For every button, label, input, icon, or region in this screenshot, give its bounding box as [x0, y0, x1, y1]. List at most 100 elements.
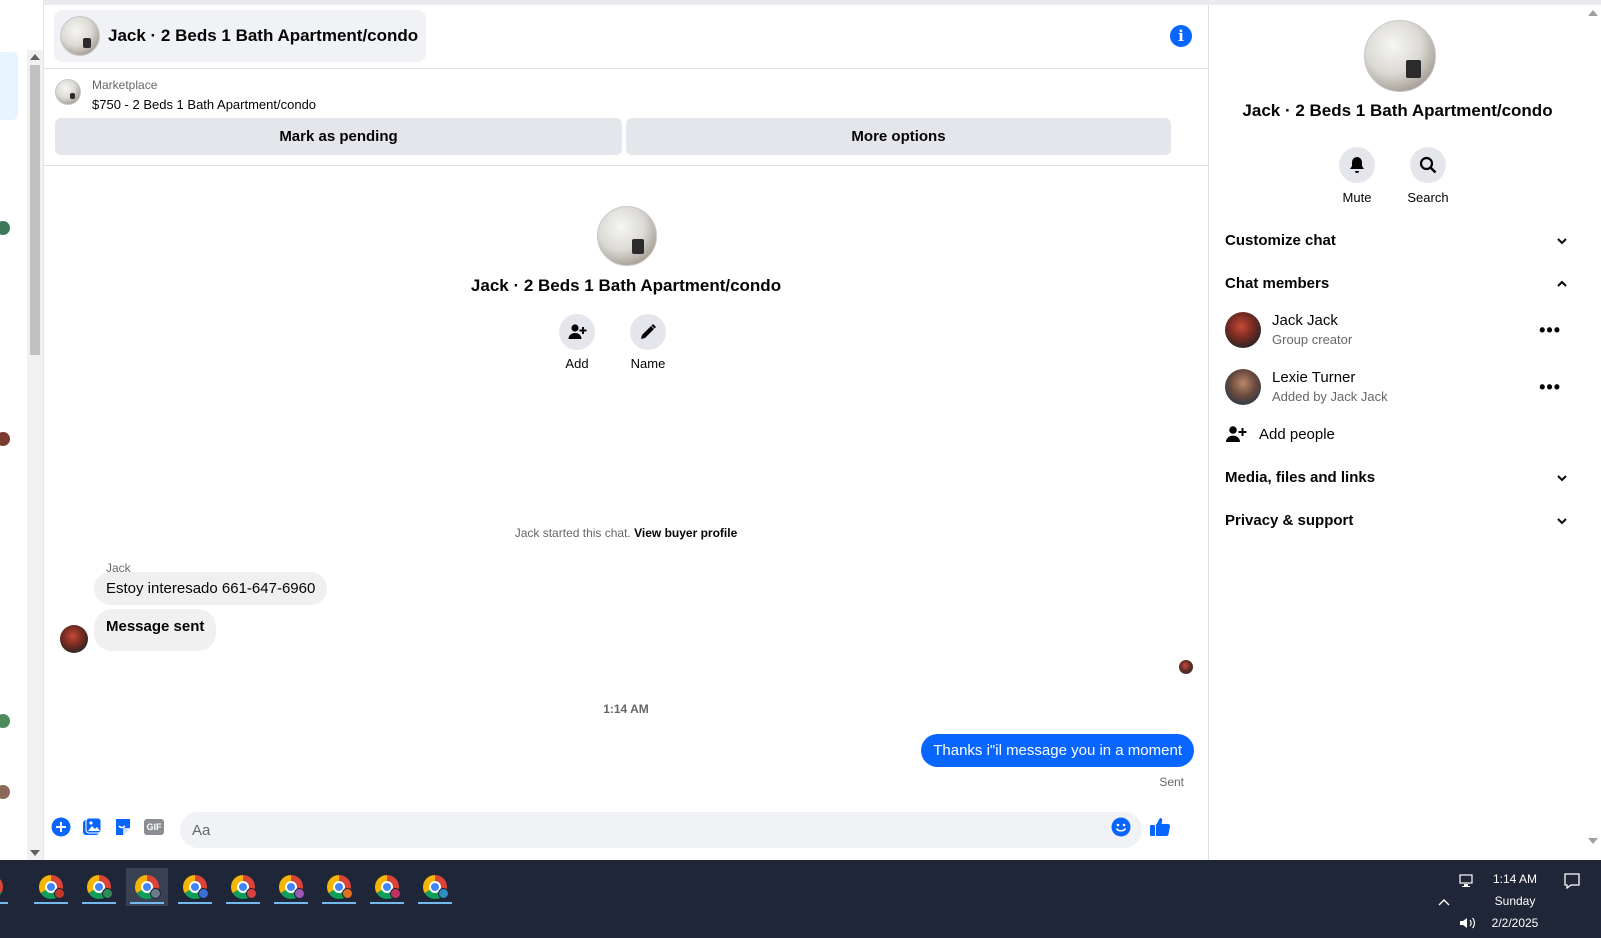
- chrome-taskbar-button[interactable]: [30, 868, 72, 906]
- chat-members-section[interactable]: Chat members: [1225, 275, 1569, 292]
- add-people-label: Add people: [1259, 425, 1335, 443]
- name-chat-button[interactable]: Name: [618, 314, 678, 371]
- chat-started-notice: Jack started this chat. View buyer profi…: [44, 526, 1208, 540]
- message-input[interactable]: [180, 812, 1142, 848]
- seen-receipt-avatar: [1179, 660, 1193, 674]
- chevron-down-icon: [1557, 238, 1567, 245]
- chrome-taskbar-button[interactable]: [222, 868, 264, 906]
- profile-badge-icon: [438, 888, 449, 899]
- chat-details-panel: Jack · 2 Beds 1 Bath Apartment/condo Mut…: [1208, 5, 1585, 860]
- search-button[interactable]: Search: [1398, 147, 1458, 205]
- privacy-support-section[interactable]: Privacy & support: [1225, 512, 1569, 529]
- clock-time[interactable]: 1:14 AM: [1480, 872, 1550, 886]
- clock-day[interactable]: Sunday: [1480, 894, 1550, 908]
- chat-hero-title: Jack · 2 Beds 1 Bath Apartment/condo: [470, 276, 782, 295]
- search-label: Search: [1407, 190, 1449, 205]
- scroll-down-arrow-icon[interactable]: [1588, 838, 1598, 844]
- scroll-up-arrow-icon[interactable]: [1588, 10, 1598, 16]
- message-composer: GIF: [44, 806, 1208, 856]
- selected-conversation-marker: [0, 52, 18, 120]
- profile-badge-icon: [102, 888, 113, 899]
- volume-icon[interactable]: [1459, 916, 1477, 933]
- plus-icon[interactable]: [50, 816, 72, 838]
- chat-header: Jack · 2 Beds 1 Bath Apartment/condo i: [44, 5, 1208, 69]
- chrome-taskbar-button[interactable]: [78, 868, 120, 906]
- member-name: Lexie Turner: [1272, 369, 1356, 386]
- privacy-support-label: Privacy & support: [1225, 512, 1354, 529]
- member-name: Jack Jack: [1272, 312, 1338, 329]
- conversation-avatar[interactable]: [0, 785, 10, 799]
- profile-badge-icon: [246, 888, 257, 899]
- message-timestamp: 1:14 AM: [603, 702, 649, 716]
- chrome-taskbar-button[interactable]: [366, 868, 408, 906]
- notifications-icon[interactable]: [1563, 872, 1581, 893]
- chat-title-button[interactable]: Jack · 2 Beds 1 Bath Apartment/condo: [54, 10, 427, 62]
- mute-button[interactable]: Mute: [1327, 147, 1387, 205]
- incoming-message[interactable]: Message sent: [94, 609, 217, 651]
- member-role: Group creator: [1272, 332, 1353, 347]
- scrollbar-thumb[interactable]: [30, 65, 40, 355]
- sent-status: Sent: [1159, 775, 1184, 789]
- details-scrollbar[interactable]: [1585, 5, 1601, 860]
- listing-price-title[interactable]: $750 - 2 Beds 1 Bath Apartment/condo: [92, 97, 316, 112]
- info-icon[interactable]: i: [1170, 25, 1192, 47]
- conversation-scrollbar[interactable]: [27, 50, 43, 860]
- more-options-icon[interactable]: •••: [1539, 377, 1561, 398]
- gif-icon[interactable]: GIF: [143, 816, 165, 838]
- conversation-avatar[interactable]: [0, 221, 10, 235]
- customize-chat-label: Customize chat: [1225, 232, 1336, 249]
- emoji-icon[interactable]: [1110, 816, 1132, 838]
- chrome-taskbar-button[interactable]: [414, 868, 456, 906]
- profile-badge-icon: [294, 888, 305, 899]
- chevron-up-icon: [1557, 280, 1567, 287]
- chevron-down-icon: [1557, 475, 1567, 482]
- chrome-taskbar-button[interactable]: [318, 868, 360, 906]
- listing-thumbnail: [60, 16, 100, 56]
- chrome-taskbar-button[interactable]: [174, 868, 216, 906]
- more-options-icon[interactable]: •••: [1539, 320, 1561, 341]
- media-files-links-section[interactable]: Media, files and links: [1225, 469, 1569, 486]
- clock-date[interactable]: 2/2/2025: [1480, 916, 1550, 930]
- profile-badge-icon: [342, 888, 353, 899]
- add-member-button[interactable]: Add: [547, 314, 607, 371]
- marketplace-label: Marketplace: [92, 78, 158, 92]
- sender-avatar[interactable]: [60, 625, 88, 653]
- chat-started-text: Jack started this chat.: [514, 526, 631, 540]
- member-avatar: [1225, 369, 1261, 405]
- member-row[interactable]: Jack Jack Group creator •••: [1225, 310, 1575, 350]
- add-person-icon: [559, 314, 595, 350]
- bell-icon: [1339, 147, 1375, 183]
- more-options-button[interactable]: More options: [626, 118, 1171, 155]
- add-people-button[interactable]: Add people: [1225, 424, 1335, 444]
- scroll-up-arrow-icon[interactable]: [30, 54, 40, 60]
- conversation-avatar[interactable]: [0, 714, 10, 728]
- thumbs-up-icon[interactable]: [1149, 816, 1171, 838]
- media-files-links-label: Media, files and links: [1225, 469, 1376, 486]
- add-label: Add: [565, 356, 589, 371]
- member-role: Added by Jack Jack: [1272, 389, 1388, 404]
- incoming-message[interactable]: Estoy interesado 661-647-6960: [94, 572, 328, 605]
- chat-details-avatar: [1364, 20, 1436, 92]
- chrome-taskbar-button[interactable]: [126, 868, 168, 906]
- member-row[interactable]: Lexie Turner Added by Jack Jack •••: [1225, 367, 1575, 407]
- listing-thumbnail[interactable]: [55, 79, 81, 105]
- chrome-taskbar-button[interactable]: [0, 868, 12, 906]
- profile-badge-icon: [390, 888, 401, 899]
- view-buyer-profile-link[interactable]: View buyer profile: [634, 526, 737, 540]
- profile-badge-icon: [54, 888, 65, 899]
- conversation-avatar[interactable]: [0, 432, 10, 446]
- gif-badge: GIF: [144, 819, 164, 835]
- customize-chat-section[interactable]: Customize chat: [1225, 232, 1569, 249]
- chrome-taskbar-button[interactable]: [270, 868, 312, 906]
- sticker-icon[interactable]: [112, 816, 134, 838]
- chevron-up-icon[interactable]: [1437, 896, 1451, 910]
- marketplace-listing-bar: Marketplace $750 - 2 Beds 1 Bath Apartme…: [44, 70, 1208, 166]
- message-thread: Jack · 2 Beds 1 Bath Apartment/condo Add…: [44, 166, 1208, 806]
- outgoing-message[interactable]: Thanks i"il message you in a moment: [921, 734, 1194, 767]
- mark-as-pending-button[interactable]: Mark as pending: [55, 118, 622, 155]
- profile-badge-icon: [198, 888, 209, 899]
- scroll-down-arrow-icon[interactable]: [30, 850, 40, 856]
- network-icon[interactable]: [1459, 874, 1475, 891]
- photo-icon[interactable]: [81, 816, 103, 838]
- search-icon: [1410, 147, 1446, 183]
